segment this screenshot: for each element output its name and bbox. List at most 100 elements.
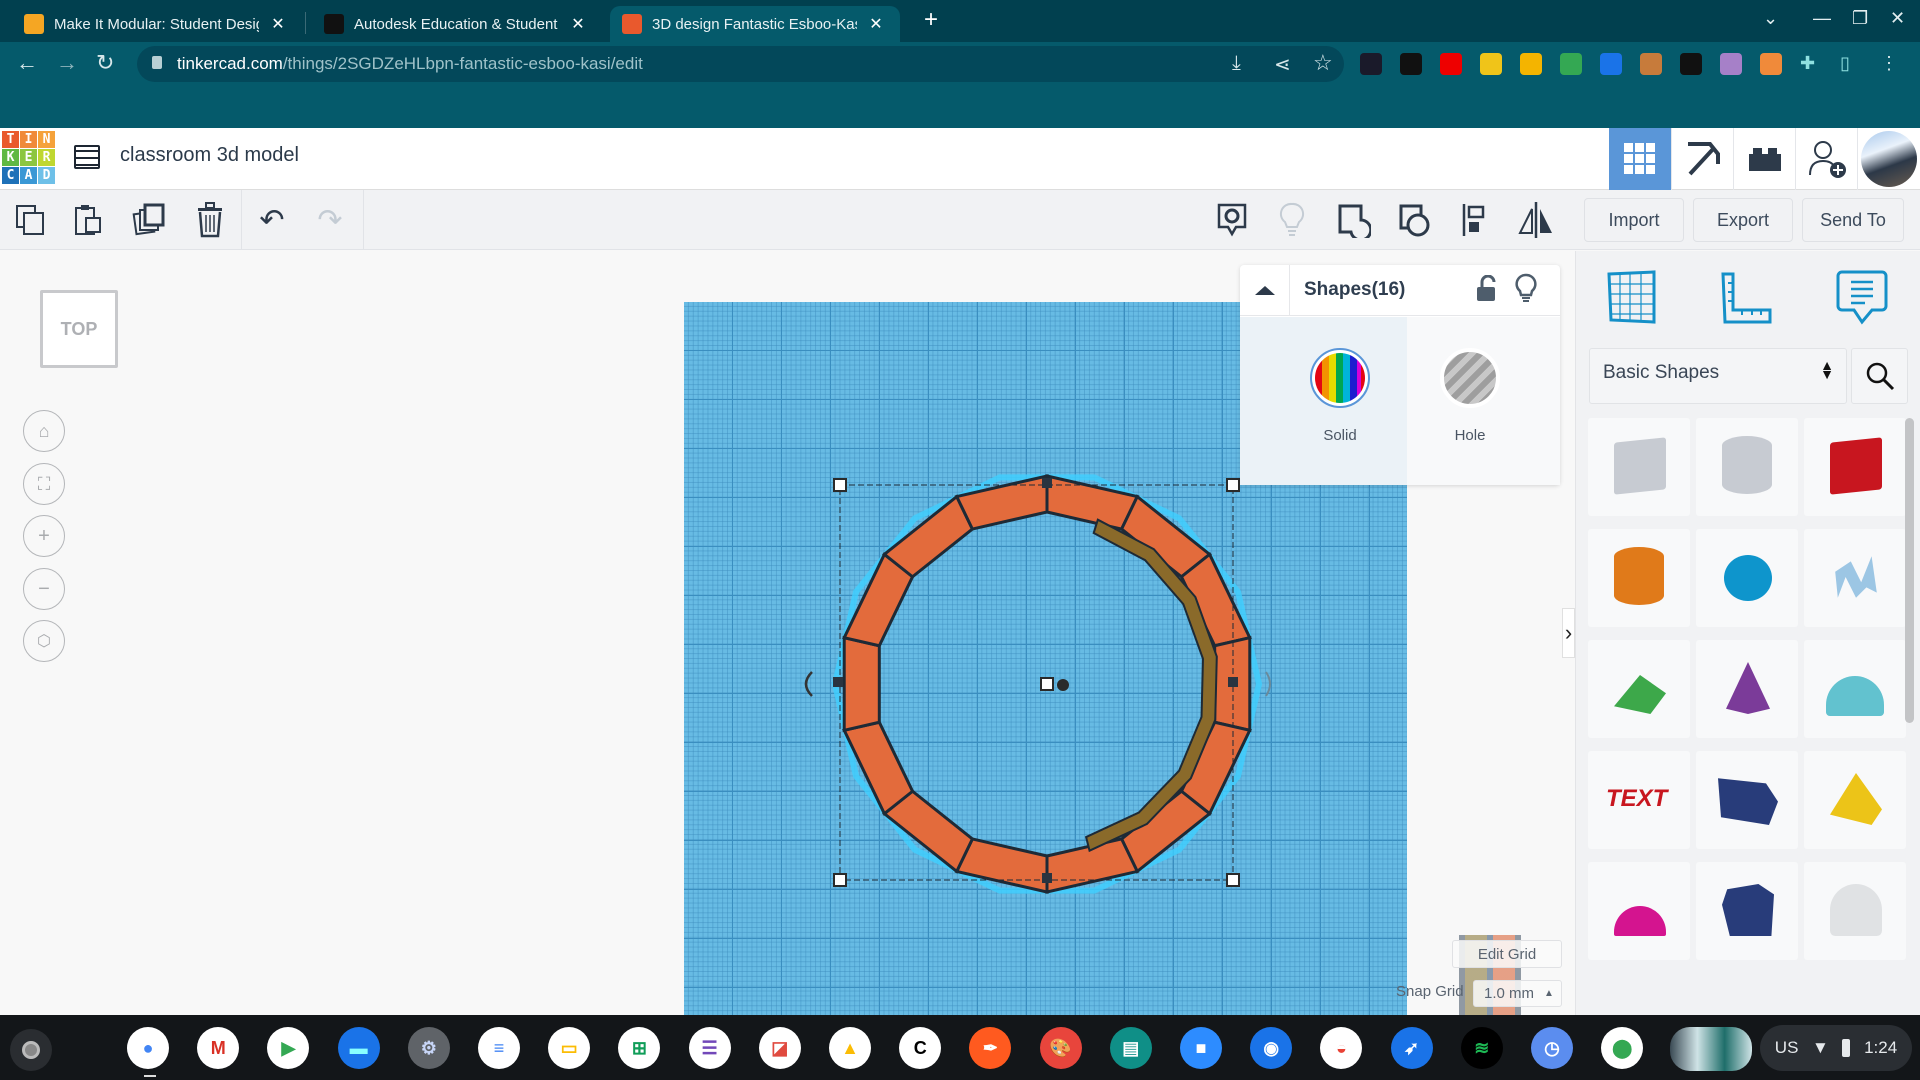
shape-tile[interactable]: TEXT	[1588, 751, 1690, 849]
bee-ext[interactable]	[1520, 53, 1542, 75]
home-view-button[interactable]: ⌂	[23, 410, 65, 452]
user-avatar[interactable]	[1857, 128, 1920, 190]
rotate-handle[interactable]	[1265, 671, 1271, 697]
delete-button[interactable]	[188, 198, 232, 242]
ring-group[interactable]	[760, 440, 1320, 960]
clock-ext[interactable]	[1480, 53, 1502, 75]
library-scrollbar[interactable]	[1905, 418, 1914, 723]
docs-app-icon[interactable]: ≡	[478, 1027, 520, 1069]
handle[interactable]	[1042, 478, 1052, 488]
notes-button[interactable]	[1210, 198, 1254, 242]
news-app-app-icon[interactable]: ▤	[1109, 1027, 1152, 1069]
cursor-ext[interactable]	[1360, 53, 1382, 75]
send-to-button[interactable]: Send To	[1802, 198, 1904, 242]
shape-tile[interactable]	[1804, 751, 1906, 849]
3d-design-view-button[interactable]	[1609, 128, 1671, 190]
new-tab-button[interactable]: +	[924, 6, 938, 34]
hide-button[interactable]	[1515, 273, 1537, 308]
close-window-icon[interactable]: ✕	[1890, 8, 1905, 29]
screen-ext[interactable]	[1600, 53, 1622, 75]
ungroup-button[interactable]	[1393, 198, 1437, 242]
browser-tab[interactable]: Make It Modular: Student Design ✕	[12, 6, 302, 42]
handle[interactable]	[1226, 873, 1240, 887]
undo-button[interactable]: ↶	[250, 198, 294, 242]
fit-view-button[interactable]: ⛶	[23, 463, 65, 505]
browser-tab[interactable]: Autodesk Education & Student Ac ✕	[312, 6, 602, 42]
export-button[interactable]: Export	[1693, 198, 1793, 242]
snap-grid-select[interactable]: 1.0 mm ▲	[1473, 980, 1562, 1007]
design-title[interactable]: classroom 3d model	[120, 144, 299, 167]
shape-tile[interactable]	[1696, 862, 1798, 960]
handle[interactable]	[833, 478, 847, 492]
collapse-inspector-button[interactable]	[1240, 265, 1290, 316]
bookmark-star-icon[interactable]: ☆	[1313, 50, 1333, 76]
tinkercad-logo[interactable]: TIN KER CAD	[2, 131, 55, 184]
align-button[interactable]	[1454, 198, 1498, 242]
import-button[interactable]: Import	[1584, 198, 1684, 242]
light-button[interactable]	[1270, 198, 1314, 242]
zoom-out-button[interactable]: −	[23, 568, 65, 610]
drive-app-icon[interactable]: ▲	[829, 1027, 871, 1069]
ortho-view-button[interactable]: ⬡	[23, 620, 65, 662]
forms-app-icon[interactable]: ☰	[688, 1027, 731, 1069]
shape-tile[interactable]	[1588, 418, 1690, 516]
rotate-handle[interactable]	[804, 671, 813, 697]
paw-ext[interactable]	[1680, 53, 1702, 75]
design-menu-icon[interactable]	[74, 145, 100, 169]
redo-button[interactable]: ↷	[308, 198, 352, 242]
handle[interactable]	[1226, 478, 1240, 492]
zoom-app-icon[interactable]: ■	[1180, 1027, 1222, 1069]
shape-tile[interactable]	[1588, 862, 1690, 960]
c-app-app-icon[interactable]: C	[899, 1027, 942, 1069]
close-tab-icon[interactable]: ✕	[867, 14, 885, 34]
settings-app-icon[interactable]: ⚙	[407, 1027, 450, 1069]
status-tray[interactable]: US ▼ 1:24	[1760, 1025, 1912, 1071]
menu-icon[interactable]: ⋮	[1880, 53, 1902, 75]
youtube-ext[interactable]	[1440, 53, 1462, 75]
drive-ext[interactable]	[1560, 53, 1582, 75]
launcher-button[interactable]	[10, 1029, 52, 1071]
gmail-app-icon[interactable]: M	[197, 1027, 240, 1069]
codeblocks-button[interactable]	[1671, 128, 1733, 190]
spotify-app-icon[interactable]: ≋	[1460, 1027, 1503, 1069]
fox-ext[interactable]	[1760, 53, 1782, 75]
shape-tile[interactable]	[1804, 418, 1906, 516]
tote-thumbnails[interactable]	[1670, 1027, 1752, 1071]
shape-tile[interactable]	[1804, 529, 1906, 627]
ruler-button[interactable]	[1718, 268, 1778, 328]
copy-button[interactable]	[8, 198, 52, 242]
solid-option[interactable]: Solid	[1240, 317, 1407, 485]
shape-tile[interactable]	[1804, 640, 1906, 738]
restore-icon[interactable]: ❐	[1852, 8, 1868, 29]
pdf-app-icon[interactable]: ◪	[758, 1027, 801, 1069]
url-text[interactable]: tinkercad.com/things/2SGDZeHLbpn-fantast…	[177, 54, 643, 74]
close-tab-icon[interactable]: ✕	[569, 14, 587, 34]
group-button[interactable]	[1332, 198, 1376, 242]
rocket-app-app-icon[interactable]: ➶	[1390, 1027, 1433, 1069]
paint-app-app-icon[interactable]: 🎨	[1039, 1027, 1082, 1069]
shape-search-button[interactable]	[1851, 348, 1908, 404]
duplicate-button[interactable]	[127, 198, 171, 242]
close-tab-icon[interactable]: ✕	[269, 14, 287, 34]
files-app-icon[interactable]: ▬	[337, 1027, 380, 1069]
sidepanel-icon[interactable]: ▯	[1840, 53, 1862, 75]
handle[interactable]	[1040, 677, 1054, 691]
bricks-button[interactable]	[1733, 128, 1795, 190]
lock-icon[interactable]	[152, 56, 162, 69]
tab-search-icon[interactable]: ⌄	[1763, 8, 1778, 29]
handle[interactable]	[833, 873, 847, 887]
handle[interactable]	[1228, 677, 1238, 687]
camera-app-icon[interactable]: ◉	[1250, 1027, 1293, 1069]
puzzle-icon[interactable]: ✚	[1800, 53, 1822, 75]
reload-icon[interactable]: ↻	[96, 50, 114, 76]
browser-tab[interactable]: 3D design Fantastic Esboo-Kasi | ✕	[610, 6, 900, 42]
workplane-button[interactable]	[1602, 268, 1662, 328]
collapse-panel-button[interactable]: ›	[1562, 608, 1575, 658]
paste-button[interactable]	[66, 198, 110, 242]
minimize-icon[interactable]: —	[1813, 8, 1831, 29]
install-icon[interactable]: ⤓	[1232, 52, 1241, 75]
share-icon[interactable]: ⋖	[1274, 52, 1291, 77]
shape-tile[interactable]	[1696, 640, 1798, 738]
shape-category-select[interactable]: Basic Shapes ▲ ▼	[1589, 348, 1847, 404]
view-cube[interactable]: TOP	[40, 290, 118, 368]
